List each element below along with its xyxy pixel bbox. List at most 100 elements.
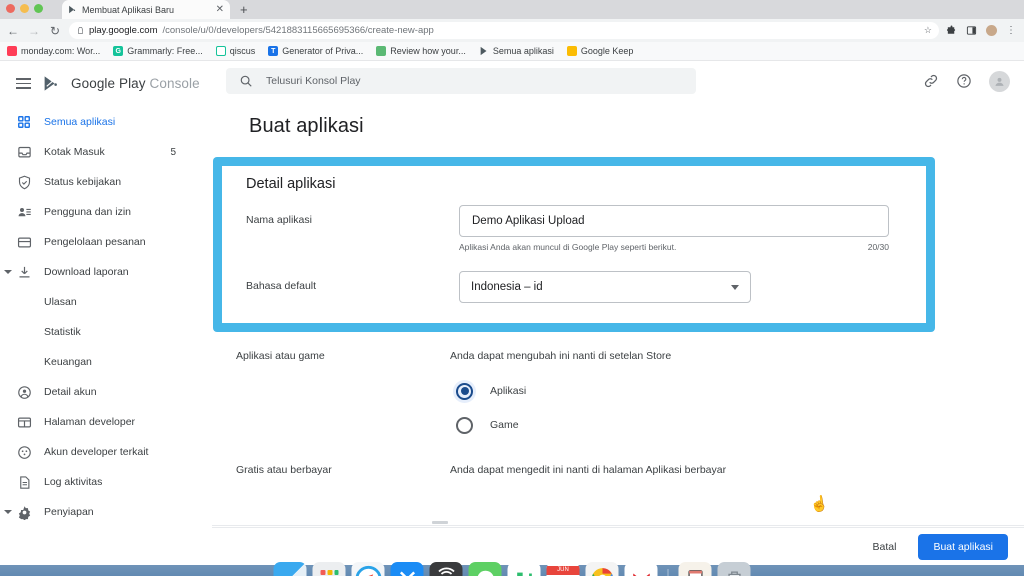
reload-button[interactable]: ↻ [48,25,62,37]
more-menu-icon[interactable]: ⋮ [1006,25,1016,36]
sidebar-item-label: Statistik [44,326,81,338]
whatsapp-icon[interactable] [468,562,502,576]
create-app-button[interactable]: Buat aplikasi [918,533,1008,560]
extensions-icon[interactable] [946,25,957,36]
radio-unselected-icon [456,416,473,434]
cancel-button[interactable]: Batal [867,541,903,553]
bookmark-item[interactable]: T Generator of Priva... [268,46,363,56]
monday-icon [7,46,17,56]
sidebar-item-log-aktivitas[interactable]: Log aktivitas [0,467,212,497]
radio-option-game[interactable]: Game [456,412,1024,438]
sidebar-item-label: Kotak Masuk [44,146,105,158]
app-name-input[interactable]: Demo Aplikasi Upload [459,205,889,237]
window-minimize-button[interactable] [20,4,29,13]
address-bar[interactable]: play.google.com /console/u/0/developers/… [69,22,939,39]
grammarly-icon: G [113,46,124,56]
app-name-value: Demo Aplikasi Upload [472,215,585,227]
sidebar-item-label: Pengguna dan izin [44,206,131,218]
bookmark-item[interactable]: Review how your... [376,46,466,56]
browser-tabstrip: Membuat Aplikasi Baru ✕ + [0,0,1024,19]
numbers-icon[interactable] [507,562,541,576]
macos-dock: JUN 28 [273,562,751,576]
back-button[interactable]: ← [6,25,20,37]
mail-app-icon[interactable] [624,562,658,576]
sidebar-item-semua-aplikasi[interactable]: Semua aplikasi [0,107,212,137]
macos-desktop: JUN 28 [0,562,1024,576]
bookmark-label: Semua aplikasi [492,46,554,56]
bookmark-label: Review how your... [390,46,466,56]
account-circle-icon [16,384,32,400]
radio-label: Game [490,419,519,431]
window-maximize-button[interactable] [34,4,43,13]
download-icon [16,264,32,280]
bookmark-item[interactable]: G Grammarly: Free... [113,46,203,56]
toolbar-icon-group: ⋮ [946,25,1018,36]
google-play-console-logo [44,76,57,91]
inbox-icon [16,144,32,160]
bookmark-item[interactable]: qiscus [215,46,255,56]
search-icon [240,75,252,87]
sidebar-item-label: Pengelolaan pesanan [44,236,146,248]
radio-option-aplikasi[interactable]: Aplikasi [453,378,1024,404]
safari-icon[interactable] [351,562,385,576]
sidebar-item-halaman-developer[interactable]: Halaman developer [0,407,212,437]
form-action-bar: Batal Buat aplikasi [212,527,1024,565]
sidebar-item-label: Status kebijakan [44,176,122,188]
podcasts-icon[interactable] [429,562,463,576]
inbox-badge-count: 5 [170,146,176,158]
default-language-select[interactable]: Indonesia – id [459,271,751,303]
bookmark-label: monday.com: Wor... [21,46,101,56]
launchpad-icon[interactable] [312,562,346,576]
helper-text: Aplikasi Anda akan muncul di Google Play… [459,242,677,252]
browser-tab[interactable]: Membuat Aplikasi Baru ✕ [62,0,230,19]
sidebar-item-status-kebijakan[interactable]: Status kebijakan [0,167,212,197]
close-icon[interactable]: ✕ [216,4,224,15]
content-divider [212,525,1024,526]
help-circle-icon[interactable] [956,73,972,89]
xcode-icon[interactable] [390,562,424,576]
sidebar-item-keuangan[interactable]: Keuangan [0,347,212,377]
bookmark-star-icon[interactable]: ☆ [924,25,932,36]
side-panel-icon[interactable] [966,25,977,36]
user-avatar[interactable] [989,70,1010,92]
web-page-icon [16,414,32,430]
finder-icon[interactable] [273,562,307,576]
sidebar-item-download-laporan[interactable]: Download laporan [0,257,212,287]
sidebar-item-detail-akun[interactable]: Detail akun [0,377,212,407]
field-row-app-name: Nama aplikasi Demo Aplikasi Upload Aplik… [246,205,904,252]
app-name-helper-row: Aplikasi Anda akan muncul di Google Play… [459,242,889,252]
bookmark-item[interactable]: Google Keep [566,46,633,56]
lock-icon [78,27,83,34]
downloads-folder-icon[interactable] [678,562,712,576]
link-icon[interactable] [923,73,939,89]
hamburger-icon[interactable] [16,78,31,89]
browser-toolbar: ← → ↻ play.google.com /console/u/0/devel… [0,19,1024,42]
review-icon [376,46,387,56]
new-tab-button[interactable]: + [240,2,248,19]
chevron-down-icon[interactable] [4,510,12,514]
chevron-down-icon[interactable] [4,270,12,274]
sidebar-item-label: Log aktivitas [44,476,103,488]
bookmark-item[interactable]: Semua aplikasi [479,46,554,56]
calendar-icon[interactable]: JUN 28 [546,562,580,576]
window-close-button[interactable] [6,4,15,13]
sidebar-item-ulasan[interactable]: Ulasan [0,287,212,317]
sidebar-item-akun-developer-terkait[interactable]: Akun developer terkait [0,437,212,467]
chrome-icon[interactable] [585,562,619,576]
window-traffic-lights [6,4,43,13]
main-content: Telusuri Konsol Play Buat aplikasi Detai… [212,61,1024,565]
sidebar-item-statistik[interactable]: Statistik [0,317,212,347]
section-hint: Anda dapat mengubah ini nanti di setelan… [450,350,672,362]
calendar-month-label: JUN [546,566,580,575]
sidebar-item-penyiapan[interactable]: Penyiapan [0,497,212,527]
search-input[interactable]: Telusuri Konsol Play [226,68,696,94]
profile-avatar[interactable] [986,25,997,36]
sidebar-item-pengguna-dan-izin[interactable]: Pengguna dan izin [0,197,212,227]
create-app-page: Buat aplikasi Detail aplikasi Nama aplik… [212,101,1024,526]
sidebar-item-label: Download laporan [44,266,129,278]
sidebar-item-pengelolaan-pesanan[interactable]: Pengelolaan pesanan [0,227,212,257]
forward-button[interactable]: → [27,25,41,37]
sidebar-item-kotak-masuk[interactable]: Kotak Masuk 5 [0,137,212,167]
trash-icon[interactable] [717,562,751,576]
bookmark-item[interactable]: monday.com: Wor... [7,46,100,56]
